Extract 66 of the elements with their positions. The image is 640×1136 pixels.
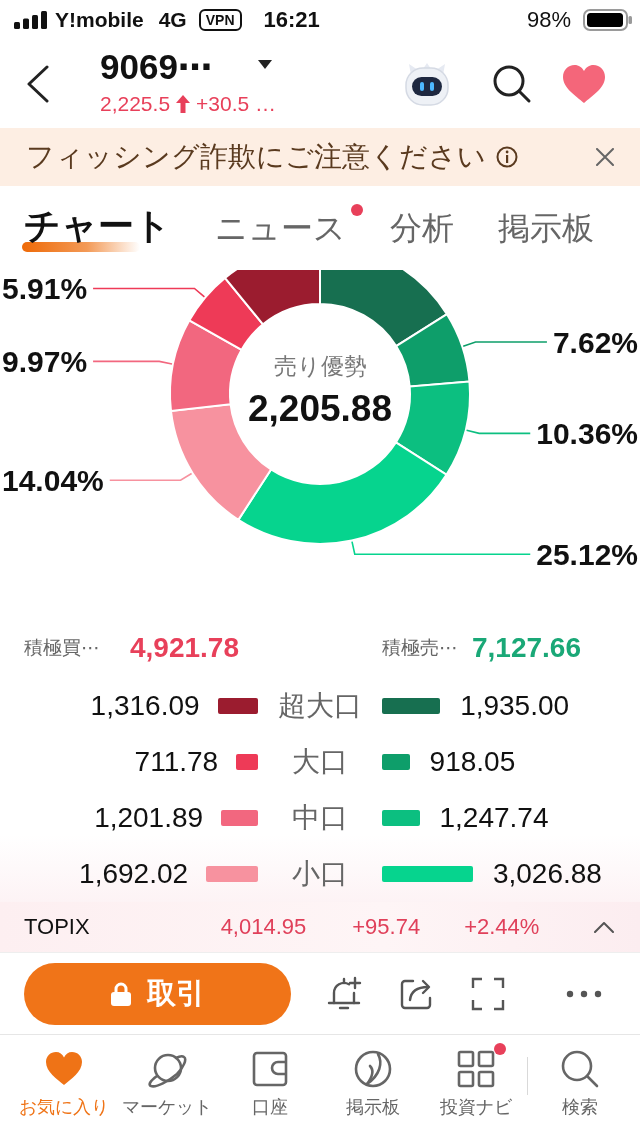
search-icon xyxy=(559,1049,600,1089)
center-title: 売り優勢 xyxy=(273,353,367,379)
tab[interactable]: 分析 xyxy=(390,208,454,256)
buy-amount: 1,201.89 xyxy=(94,801,204,835)
nav-tab[interactable]: 検索 xyxy=(528,1035,631,1119)
sell-total-label: 積極売⋯ xyxy=(382,636,458,660)
percent-label: 10.36% xyxy=(536,416,638,450)
sell-amount: 1,247.74 xyxy=(439,801,549,835)
stock-price: 2,225.5 xyxy=(100,91,171,117)
index-value: 4,014.95 xyxy=(220,914,307,940)
buy-amount: 1,316.09 xyxy=(90,689,200,723)
battery-percent: 98% xyxy=(526,7,571,33)
buy-amount: 1,692.02 xyxy=(79,857,189,891)
nav-tab[interactable]: お気に入り xyxy=(12,1035,115,1119)
circle-swirl-icon xyxy=(352,1049,393,1089)
index-percent: +2.44% xyxy=(464,914,540,940)
vpn-indicator: VPN xyxy=(198,9,242,31)
dropdown-caret-icon[interactable] xyxy=(258,59,272,69)
nav-tab[interactable]: マーケット xyxy=(115,1035,218,1119)
close-icon[interactable] xyxy=(596,148,614,166)
tab[interactable]: 掲示板 xyxy=(498,208,594,256)
order-size-label: 小口 xyxy=(292,857,348,891)
buy-total-label: 積極買⋯ xyxy=(24,636,100,660)
nav-tab[interactable]: 掲示板 xyxy=(321,1035,424,1119)
lock-icon xyxy=(110,981,131,1006)
percent-label: 5.91% xyxy=(2,271,88,305)
percent-label: 9.97% xyxy=(2,344,88,378)
percent-label: 7.62% xyxy=(552,325,638,359)
grid-icon xyxy=(455,1049,496,1089)
buy-total-value: 4,921.78 xyxy=(130,632,239,664)
clock-time: 16:21 xyxy=(263,7,320,33)
percent-label: 14.04% xyxy=(2,463,104,497)
sell-amount: 1,935.00 xyxy=(460,689,570,723)
center-value: 2,205.88 xyxy=(248,387,392,429)
price-change: +30.5 … xyxy=(196,91,277,117)
sell-amount: 918.05 xyxy=(429,745,516,779)
nav-tab[interactable]: 投資ナビ xyxy=(424,1035,527,1119)
notice-text: フィッシング詐欺にご注意ください xyxy=(26,140,486,174)
sell-amount: 3,026.88 xyxy=(492,857,602,891)
order-size-label: 大口 xyxy=(292,745,348,779)
arrow-up-icon xyxy=(176,95,191,113)
carrier-name: Y!mobile xyxy=(55,8,144,32)
fullscreen-icon[interactable] xyxy=(470,975,506,1012)
index-change: +95.74 xyxy=(352,914,421,940)
order-size-label: 中口 xyxy=(292,801,348,835)
signal-icon xyxy=(14,11,48,29)
heart-icon[interactable] xyxy=(562,64,606,104)
tab[interactable]: ニュース xyxy=(215,208,346,256)
percent-label: 25.12% xyxy=(536,537,638,571)
tab[interactable]: チャート xyxy=(24,206,171,254)
sell-total-value: 7,127.66 xyxy=(472,632,581,664)
nav-tab[interactable]: 口座 xyxy=(218,1035,321,1119)
battery-icon xyxy=(583,9,632,31)
info-icon[interactable] xyxy=(496,146,518,168)
leader-line xyxy=(465,429,532,435)
robot-icon[interactable] xyxy=(403,61,451,107)
trade-button[interactable]: 取引 xyxy=(24,962,291,1025)
network-type: 4G xyxy=(158,8,187,32)
stock-title: 9069⋯ xyxy=(100,47,213,87)
index-name: TOPIX xyxy=(24,914,90,940)
caret-up-icon[interactable] xyxy=(594,921,614,933)
bell-plus-icon[interactable] xyxy=(326,975,362,1012)
back-icon[interactable] xyxy=(26,65,50,103)
search-icon[interactable] xyxy=(492,64,532,104)
buy-amount: 711.78 xyxy=(134,745,219,779)
order-size-label: 超大口 xyxy=(278,689,362,723)
